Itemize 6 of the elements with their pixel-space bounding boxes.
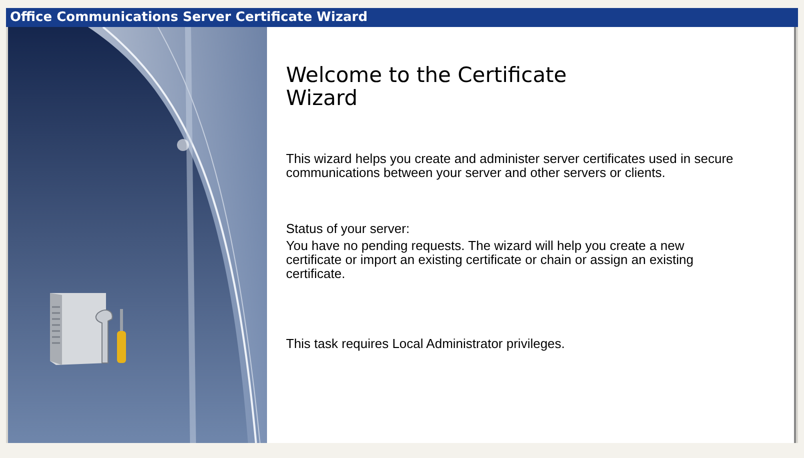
privileges-note: This task requires Local Administrator privileges. bbox=[286, 337, 566, 351]
window-title: Office Communications Server Certificate Wizard bbox=[10, 11, 368, 24]
intro-text: This wizard helps you create and administer server certificates used in secure communications between your server and other servers or clients. bbox=[286, 152, 734, 180]
status-text: You have no pending requests. The wizard will help you create a new certificate or import an existing certificate or chain or assign an existing certificate. bbox=[286, 239, 695, 281]
wizard-heading: Welcome to the Certificate Wizard bbox=[286, 64, 568, 110]
status-label: Status of your server: bbox=[286, 222, 411, 236]
